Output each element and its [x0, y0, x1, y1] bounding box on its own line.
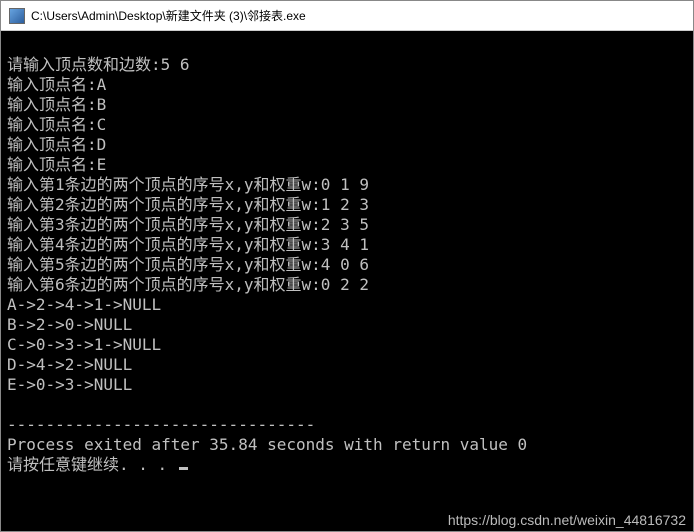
- console-line: E->0->3->NULL: [7, 375, 132, 394]
- console-line: 请按任意键继续. . .: [7, 455, 177, 474]
- console-line: 输入顶点名:D: [7, 135, 106, 154]
- console-line: D->4->2->NULL: [7, 355, 132, 374]
- cursor-icon: [179, 467, 188, 470]
- console-line: C->0->3->1->NULL: [7, 335, 161, 354]
- console-line: 输入第3条边的两个顶点的序号x,y和权重w:2 3 5: [7, 215, 369, 234]
- console-line: 输入第6条边的两个顶点的序号x,y和权重w:0 2 2: [7, 275, 369, 294]
- console-line: 输入第1条边的两个顶点的序号x,y和权重w:0 1 9: [7, 175, 369, 194]
- watermark-text: https://blog.csdn.net/weixin_44816732: [448, 512, 686, 528]
- console-line: 输入第4条边的两个顶点的序号x,y和权重w:3 4 1: [7, 235, 369, 254]
- console-line: Process exited after 35.84 seconds with …: [7, 435, 527, 454]
- console-line: B->2->0->NULL: [7, 315, 132, 334]
- window-title: C:\Users\Admin\Desktop\新建文件夹 (3)\邻接表.exe: [31, 7, 306, 24]
- titlebar[interactable]: C:\Users\Admin\Desktop\新建文件夹 (3)\邻接表.exe: [1, 1, 693, 31]
- console-window: C:\Users\Admin\Desktop\新建文件夹 (3)\邻接表.exe…: [0, 0, 694, 532]
- console-line: --------------------------------: [7, 415, 315, 434]
- console-line: 输入第2条边的两个顶点的序号x,y和权重w:1 2 3: [7, 195, 369, 214]
- console-line: 输入顶点名:E: [7, 155, 106, 174]
- console-line: 输入顶点名:A: [7, 75, 106, 94]
- console-line: 输入顶点名:C: [7, 115, 106, 134]
- console-line: A->2->4->1->NULL: [7, 295, 161, 314]
- console-line: 输入顶点名:B: [7, 95, 106, 114]
- app-icon: [9, 8, 25, 24]
- console-line: 输入第5条边的两个顶点的序号x,y和权重w:4 0 6: [7, 255, 369, 274]
- console-line: 请输入顶点数和边数:5 6: [7, 55, 190, 74]
- console-output-area[interactable]: 请输入顶点数和边数:5 6 输入顶点名:A 输入顶点名:B 输入顶点名:C 输入…: [1, 31, 693, 531]
